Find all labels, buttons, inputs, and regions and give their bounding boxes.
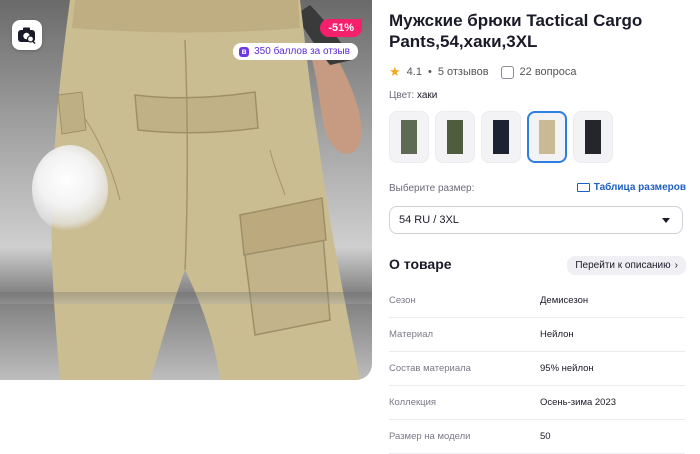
property-row: Материал Нейлон	[389, 318, 685, 352]
ruler-icon	[576, 183, 590, 192]
color-swatch[interactable]	[481, 111, 521, 163]
property-row: Сезон Демисезон	[389, 284, 685, 318]
rating-value: 4.1	[406, 66, 422, 78]
property-value: Демисезон	[540, 295, 589, 306]
property-value: 50	[540, 431, 551, 442]
points-label: 350 баллов за отзыв	[254, 46, 350, 57]
property-name: Материал	[389, 329, 434, 340]
product-image[interactable]: -51% в 350 баллов за отзыв	[0, 0, 372, 380]
points-icon: в	[239, 46, 250, 57]
properties-list: Сезон Демисезон Материал Нейлон Состав м…	[389, 284, 685, 454]
question-icon	[500, 65, 514, 79]
pants-thumbnail	[447, 120, 463, 154]
property-row: Коллекция Осень-зима 2023	[389, 386, 685, 420]
points-badge[interactable]: в 350 баллов за отзыв	[233, 43, 358, 60]
property-value: 95% нейлон	[540, 363, 594, 374]
floor-stripe	[0, 292, 372, 304]
to-description-button[interactable]: Перейти к описанию ›	[567, 256, 686, 275]
smoke-effect	[32, 145, 108, 233]
property-name: Сезон	[389, 295, 416, 306]
pants-thumbnail	[585, 120, 601, 154]
color-swatches	[389, 111, 613, 163]
size-selected-value: 54 RU / 3XL	[399, 214, 459, 226]
color-swatch[interactable]	[435, 111, 475, 163]
to-description-label: Перейти к описанию	[575, 260, 671, 271]
product-title: Мужские брюки Tactical Cargo Pants,54,ха…	[389, 11, 643, 51]
color-label-text: Цвет:	[389, 90, 415, 101]
chevron-down-icon	[662, 217, 670, 223]
pants-thumbnail	[401, 120, 417, 154]
color-label: Цвет: хаки	[389, 90, 437, 101]
about-heading: О товаре	[389, 256, 452, 272]
dot-separator: •	[427, 66, 432, 78]
size-select[interactable]: 54 RU / 3XL	[389, 206, 683, 234]
color-swatch-selected[interactable]	[527, 111, 567, 163]
star-icon: ★	[389, 64, 401, 79]
size-table-label: Таблица размеров	[593, 182, 686, 193]
rating-row: ★ 4.1 • 5 отзывов 22 вопроса	[389, 64, 577, 80]
pants-thumbnail	[539, 120, 555, 154]
size-label: Выберите размер:	[389, 183, 475, 194]
property-value: Осень-зима 2023	[540, 397, 617, 408]
property-name: Размер на модели	[389, 431, 471, 442]
questions-link[interactable]: 22 вопроса	[520, 66, 577, 78]
property-value: Нейлон	[540, 329, 574, 340]
color-value: хаки	[416, 90, 438, 101]
size-table-link[interactable]: Таблица размеров	[576, 182, 686, 193]
color-swatch[interactable]	[573, 111, 613, 163]
property-row: Размер на модели 50	[389, 420, 685, 454]
property-row: Состав материала 95% нейлон	[389, 352, 685, 386]
property-name: Состав материала	[389, 363, 471, 374]
reviews-link[interactable]: 5 отзывов	[438, 66, 489, 78]
discount-badge: -51%	[320, 19, 362, 37]
property-name: Коллекция	[389, 397, 437, 408]
color-swatch[interactable]	[389, 111, 429, 163]
chevron-right-icon: ›	[674, 260, 678, 271]
camera-search-icon[interactable]	[12, 20, 42, 50]
pants-thumbnail	[493, 120, 509, 154]
